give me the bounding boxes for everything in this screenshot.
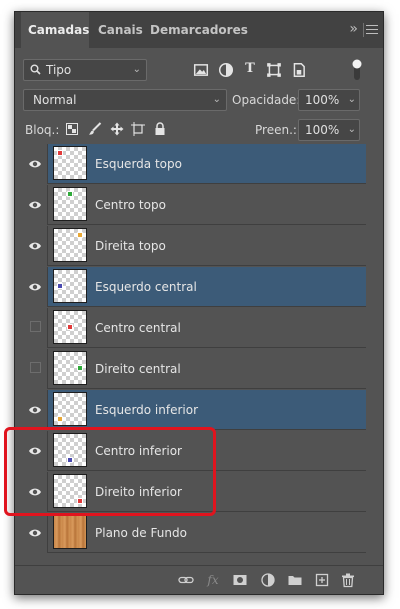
layer-row[interactable]: Direita topo <box>23 226 366 266</box>
thumbnail-marker <box>67 324 73 330</box>
lock-artboard-icon[interactable] <box>131 122 145 136</box>
eye-icon <box>29 406 41 414</box>
lock-all-icon[interactable] <box>154 122 166 136</box>
adjustment-filter-icon[interactable] <box>218 62 234 78</box>
tab-bar-divider <box>363 23 364 37</box>
opacity-label: Opacidade: <box>232 93 301 107</box>
layer-thumbnail <box>53 310 87 344</box>
layers-footer-toolbar: fx <box>15 565 383 594</box>
tab-demarcadores[interactable]: Demarcadores <box>143 12 248 48</box>
thumbnail-marker <box>77 232 83 238</box>
layer-name: Plano de Fundo <box>95 526 187 540</box>
fill-value: 100% <box>305 123 340 137</box>
highlight-annotation-box <box>4 427 216 516</box>
layer-thumbnail <box>53 392 87 426</box>
thumbnail-marker <box>57 283 63 289</box>
new-layer-icon[interactable] <box>314 572 330 588</box>
thumbnail-marker <box>57 150 63 156</box>
layer-name: Esquerdo central <box>95 280 197 294</box>
thumbnail-marker <box>77 365 83 371</box>
tab-camadas[interactable]: Camadas <box>21 12 89 48</box>
layer-thumbnail <box>53 146 87 180</box>
layer-thumbnail <box>53 269 87 303</box>
visibility-toggle[interactable] <box>23 349 48 389</box>
layer-row[interactable]: Esquerdo central <box>23 267 366 307</box>
shape-filter-icon[interactable] <box>266 62 282 78</box>
adjustment-layer-icon[interactable] <box>260 572 276 588</box>
group-folder-icon[interactable] <box>287 572 303 588</box>
blend-mode-value: Normal <box>33 93 77 107</box>
visibility-toggle[interactable] <box>23 185 48 225</box>
lock-position-icon[interactable] <box>110 122 124 136</box>
layer-row[interactable]: Centro topo <box>23 185 366 225</box>
eye-icon <box>29 242 41 250</box>
thumbnail-marker <box>57 416 63 422</box>
eye-icon <box>29 201 41 209</box>
fill-input[interactable]: 100% ⌄ <box>298 119 360 141</box>
layer-name: Centro central <box>95 321 181 335</box>
visibility-toggle[interactable] <box>23 226 48 266</box>
layer-row[interactable]: Esquerda topo <box>23 144 366 184</box>
layer-thumbnail <box>53 351 87 385</box>
layer-row[interactable]: Centro central <box>23 308 366 348</box>
hidden-visibility-box <box>30 362 41 373</box>
layer-name: Centro topo <box>95 198 166 212</box>
layer-thumbnail <box>53 228 87 262</box>
opacity-input[interactable]: 100% ⌄ <box>298 89 360 111</box>
link-layers-icon[interactable] <box>178 572 194 588</box>
eye-icon <box>29 529 41 537</box>
blend-mode-select[interactable]: Normal ⌄ <box>23 89 227 111</box>
lock-transparent-pixels-icon[interactable] <box>66 123 78 135</box>
visibility-toggle[interactable] <box>23 267 48 307</box>
layer-row[interactable]: Plano de Fundo <box>23 513 366 553</box>
filter-kind-value: Tipo <box>46 63 72 77</box>
thumbnail-marker <box>67 191 73 197</box>
search-icon <box>30 64 41 75</box>
chevron-down-icon: ⌄ <box>347 94 356 105</box>
layer-row[interactable]: Direito central <box>23 349 366 389</box>
layer-name: Direita topo <box>95 239 166 253</box>
layer-name: Esquerdo inferior <box>95 403 199 417</box>
layer-thumbnail <box>53 515 87 549</box>
visibility-toggle[interactable] <box>23 308 48 348</box>
fill-label: Preen.: <box>255 123 297 137</box>
visibility-toggle[interactable] <box>23 390 48 430</box>
eye-icon <box>29 283 41 291</box>
trash-icon[interactable] <box>340 572 356 588</box>
type-filter-icon[interactable]: T <box>242 61 258 77</box>
lock-image-pixels-icon[interactable] <box>88 122 102 136</box>
filter-toggle-switch[interactable] <box>351 57 363 83</box>
add-mask-icon[interactable] <box>232 572 248 588</box>
layer-name: Esquerda topo <box>95 157 182 171</box>
fx-icon[interactable]: fx <box>205 572 221 588</box>
collapse-panel-icon[interactable]: » <box>349 12 358 48</box>
tab-canais[interactable]: Canais <box>91 12 143 48</box>
chevron-down-icon: ⌄ <box>212 94 221 105</box>
image-filter-icon[interactable] <box>193 62 209 78</box>
hidden-visibility-box <box>30 321 41 332</box>
panel-tab-bar: Camadas Canais Demarcadores » <box>15 12 383 48</box>
visibility-toggle[interactable] <box>23 144 48 184</box>
panel-menu-icon[interactable] <box>366 25 378 37</box>
filter-kind-select[interactable]: Tipo ⌄ <box>23 59 147 81</box>
layer-thumbnail <box>53 187 87 221</box>
layer-row[interactable]: Esquerdo inferior <box>23 390 366 430</box>
opacity-value: 100% <box>305 93 340 107</box>
eye-icon <box>29 160 41 168</box>
lock-label: Bloq.: <box>25 123 60 137</box>
visibility-toggle[interactable] <box>23 513 48 553</box>
chevron-down-icon: ⌄ <box>347 124 356 135</box>
chevron-down-icon: ⌄ <box>132 64 141 75</box>
layer-name: Direito central <box>95 362 181 376</box>
smart-object-filter-icon[interactable] <box>291 62 307 78</box>
